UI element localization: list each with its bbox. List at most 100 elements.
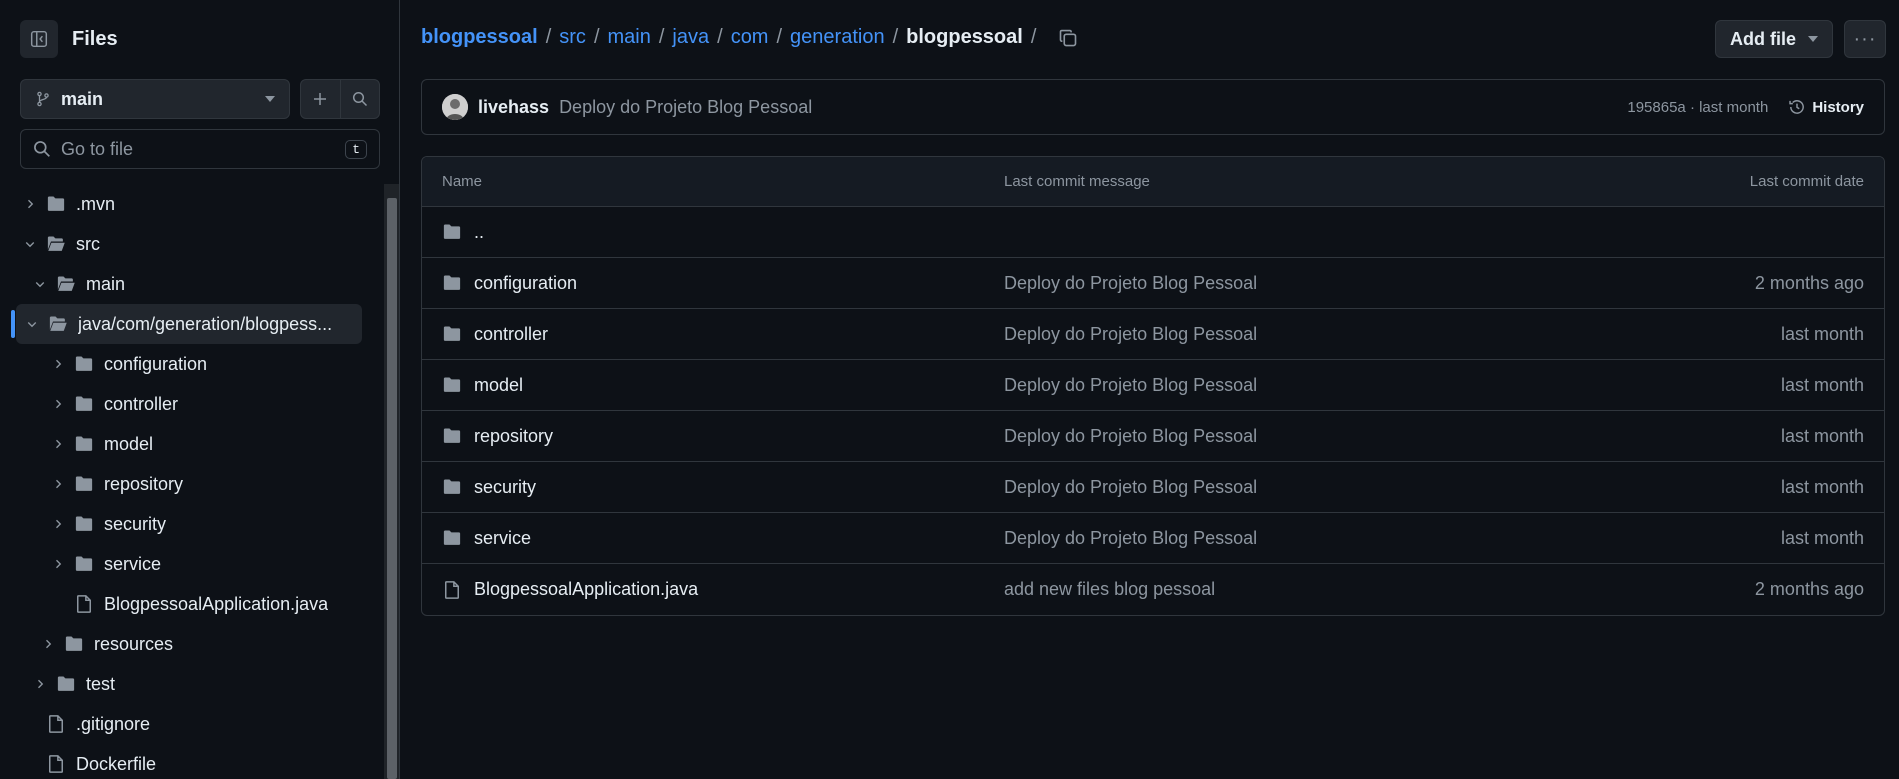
kebab-horizontal-icon: ··· [1853, 27, 1877, 50]
main-content: blogpessoal / src / main / java / com / … [401, 0, 1899, 779]
more-options-button[interactable]: ··· [1844, 20, 1886, 58]
sidebar-title: Files [72, 27, 118, 50]
folder-icon [442, 426, 462, 446]
sidebar-item-dockerfile[interactable]: Dockerfile [0, 744, 384, 779]
chevron-right-icon[interactable] [50, 478, 66, 490]
sidebar-item-model[interactable]: model [0, 424, 384, 464]
commit-sha-time[interactable]: 195865a · last month [1627, 99, 1768, 116]
table-row[interactable]: security Deploy do Projeto Blog Pessoal la… [422, 462, 1884, 513]
copy-path-button[interactable] [1058, 28, 1078, 48]
sidebar-item-test[interactable]: test [0, 664, 384, 704]
chevron-down-icon[interactable] [22, 238, 38, 250]
commit-date: 2 months ago [1754, 579, 1864, 599]
file-name-link[interactable]: configuration [474, 273, 577, 294]
commit-author[interactable]: livehass [478, 97, 549, 118]
table-row[interactable]: controller Deploy do Projeto Blog Pessoal… [422, 309, 1884, 360]
add-file-label: Add file [1730, 28, 1796, 49]
chevron-right-icon[interactable] [50, 438, 66, 450]
commit-message[interactable]: Deploy do Projeto Blog Pessoal [559, 97, 1627, 118]
parent-directory-link[interactable]: .. [474, 222, 484, 243]
file-icon [46, 714, 66, 734]
sidebar-item-service[interactable]: service [0, 544, 384, 584]
git-branch-icon [37, 91, 49, 107]
sidebar-scrollbar[interactable] [384, 184, 399, 779]
sidebar-item-label: .mvn [76, 193, 116, 214]
table-row[interactable]: service Deploy do Projeto Blog Pessoal las… [422, 513, 1884, 564]
latest-commit-bar: livehass Deploy do Projeto Blog Pessoal … [421, 79, 1885, 135]
table-row[interactable]: model Deploy do Projeto Blog Pessoal last … [422, 360, 1884, 411]
chevron-right-icon[interactable] [22, 198, 38, 210]
sidebar-item-label: test [86, 673, 116, 694]
history-icon [1789, 100, 1805, 114]
sidebar-collapse-icon [30, 30, 48, 48]
chevron-right-icon[interactable] [50, 558, 66, 570]
scrollbar-thumb[interactable] [387, 198, 397, 779]
breadcrumb-src-link[interactable]: src [559, 26, 586, 49]
branch-name: main [61, 88, 104, 109]
breadcrumb-java-link[interactable]: java [672, 26, 709, 49]
add-file-button[interactable] [301, 80, 340, 118]
commit-message-link[interactable]: Deploy do Projeto Blog Pessoal [1004, 375, 1564, 396]
file-name-link[interactable]: service [474, 528, 531, 549]
collapse-sidebar-button[interactable] [20, 20, 58, 58]
sidebar-item-repository[interactable]: repository [0, 464, 384, 504]
sidebar-item-security[interactable]: security [0, 504, 384, 544]
go-to-file-field[interactable]: t [20, 129, 380, 169]
file-name-link[interactable]: model [474, 375, 523, 396]
file-name-link[interactable]: repository [474, 426, 553, 447]
chevron-right-icon[interactable] [32, 678, 48, 690]
sidebar-item-label: BlogpessoalApplication.java [104, 593, 329, 614]
sidebar-item-gitignore[interactable]: .gitignore [0, 704, 384, 744]
sidebar-item-label: repository [104, 473, 184, 494]
commit-message-link[interactable]: Deploy do Projeto Blog Pessoal [1004, 324, 1564, 345]
table-row[interactable]: configuration Deploy do Projeto Blog Pess… [422, 258, 1884, 309]
table-row[interactable]: repository Deploy do Projeto Blog Pessoal… [422, 411, 1884, 462]
sidebar-item-src[interactable]: src [0, 224, 384, 264]
commit-date: last month [1780, 374, 1864, 395]
commit-message-link[interactable]: add new files blog pessoal [1004, 579, 1564, 600]
sidebar-header: Files [20, 20, 118, 58]
name-cell: model [422, 375, 1004, 396]
column-message-header: Last commit message [1004, 173, 1150, 190]
chevron-right-icon[interactable] [50, 358, 66, 370]
name-cell: configuration [422, 273, 1004, 294]
file-name-link[interactable]: BlogpessoalApplication.java [474, 579, 698, 600]
commit-message-link[interactable]: Deploy do Projeto Blog Pessoal [1004, 273, 1564, 294]
table-row[interactable]: BlogpessoalApplication.java add new files… [422, 564, 1884, 615]
commit-message-link[interactable]: Deploy do Projeto Blog Pessoal [1004, 426, 1564, 447]
folder-icon [74, 514, 94, 534]
go-to-file-input[interactable] [61, 138, 346, 160]
sidebar-item-controller[interactable]: controller [0, 384, 384, 424]
sidebar-item-resources[interactable]: resources [0, 624, 384, 664]
sidebar-item-mvn[interactable]: .mvn [0, 184, 384, 224]
name-cell: BlogpessoalApplication.java [422, 579, 1004, 600]
chevron-down-icon[interactable] [24, 318, 40, 330]
chevron-right-icon[interactable] [40, 638, 56, 650]
commit-message-link[interactable]: Deploy do Projeto Blog Pessoal [1004, 477, 1564, 498]
sidebar-item-java-com-generation-blogpess[interactable]: java/com/generation/blogpess... [11, 304, 362, 344]
sidebar-item-label: .gitignore [76, 713, 151, 734]
avatar[interactable] [442, 94, 468, 120]
sidebar-item-main[interactable]: main [0, 264, 384, 304]
folder-icon [442, 528, 462, 548]
history-button[interactable]: History [1788, 98, 1864, 116]
branch-selector[interactable]: main [20, 79, 290, 119]
chevron-right-icon[interactable] [50, 398, 66, 410]
file-name-link[interactable]: controller [474, 324, 548, 345]
chevron-down-icon[interactable] [32, 278, 48, 290]
chevron-right-icon[interactable] [50, 518, 66, 530]
folder-icon [74, 554, 94, 574]
search-button[interactable] [339, 80, 380, 118]
parent-directory-row[interactable]: .. [422, 207, 1884, 258]
sidebar-item-configuration[interactable]: configuration [0, 344, 384, 384]
folder-icon [46, 194, 66, 214]
sidebar-item-blogpessoalapplication-java[interactable]: BlogpessoalApplication.java [0, 584, 384, 624]
name-cell: repository [422, 426, 1004, 447]
breadcrumb-com-link[interactable]: com [731, 26, 769, 49]
breadcrumb-repo-link[interactable]: blogpessoal [421, 26, 538, 49]
add-file-dropdown[interactable]: Add file [1715, 20, 1833, 58]
file-name-link[interactable]: security [474, 477, 536, 498]
commit-message-link[interactable]: Deploy do Projeto Blog Pessoal [1004, 528, 1564, 549]
breadcrumb-generation-link[interactable]: generation [790, 26, 885, 49]
breadcrumb-main-link[interactable]: main [608, 26, 651, 49]
